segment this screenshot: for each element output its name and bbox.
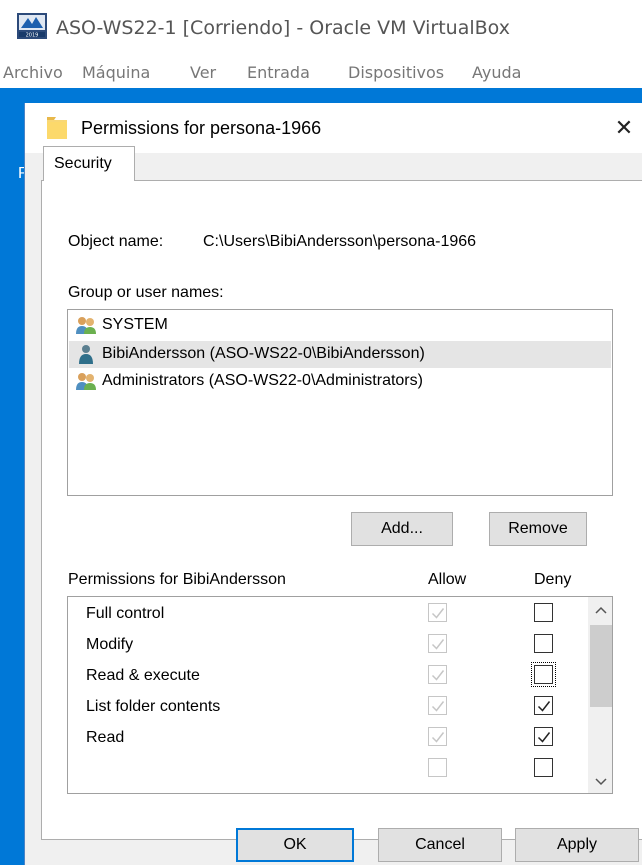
deny-checkbox[interactable] [534,696,553,715]
group-users-icon [76,373,96,390]
menu-ayuda[interactable]: Ayuda [472,63,521,82]
check-icon [431,701,445,712]
object-name-value: C:\Users\BibiAndersson\persona-1966 [203,233,477,250]
user-icon [79,345,93,364]
permission-name: Read & execute [86,667,200,684]
permission-row-partial [68,752,588,783]
allow-checkbox[interactable] [428,696,447,715]
folder-icon [47,117,67,139]
check-icon [431,639,445,650]
deny-column-header: Deny [534,571,572,588]
menu-maquina[interactable]: Máquina [82,63,150,82]
allow-checkbox[interactable] [428,665,447,684]
user-row-administrators[interactable]: Administrators (ASO-WS22-0\Administrator… [69,368,611,395]
deny-checkbox[interactable] [531,662,556,687]
svg-text:2019: 2019 [26,33,39,39]
allow-checkbox[interactable] [428,603,447,622]
ok-button[interactable]: OK [236,828,354,862]
permission-row-read-execute: Read & execute [68,659,588,690]
group-user-names-label: Group or user names: [68,284,224,301]
menu-archivo[interactable]: Archivo [3,63,63,82]
remove-button[interactable]: Remove [489,512,587,546]
deny-checkbox[interactable] [534,758,553,777]
deny-checkbox[interactable] [534,603,553,622]
permission-name: Modify [86,636,134,653]
user-name: SYSTEM [102,316,168,333]
permission-row-full-control: Full control [68,597,588,628]
permission-row-read: Read [68,721,588,752]
menu-dispositivos[interactable]: Dispositivos [348,63,444,82]
allow-column-header: Allow [428,571,467,588]
permission-row-list-folder-contents: List folder contents [68,690,588,721]
permission-name: Read [86,729,125,746]
user-row-bibiandersson[interactable]: BibiAndersson (ASO-WS22-0\BibiAndersson) [69,341,611,368]
user-row-system[interactable]: SYSTEM [69,312,611,339]
check-icon [537,701,551,712]
check-icon [431,732,445,743]
permissions-scrollbar[interactable] [588,597,613,794]
group-user-list[interactable]: SYSTEM BibiAndersson (ASO-WS22-0\BibiAnd… [67,309,613,496]
permission-row-modify: Modify [68,628,588,659]
check-icon [431,670,445,681]
vbox-window-title: ASO-WS22-1 [Corriendo] - Oracle VM Virtu… [56,17,510,39]
deny-checkbox[interactable] [534,634,553,653]
scroll-down-arrow-icon[interactable] [588,767,613,794]
cancel-button[interactable]: Cancel [378,828,502,862]
vbox-menubar: Archivo Máquina Ver Entrada Dispositivos… [0,58,642,88]
deny-checkbox[interactable] [534,727,553,746]
close-button[interactable]: ✕ [609,113,639,143]
allow-checkbox[interactable] [428,727,447,746]
scroll-thumb[interactable] [590,625,612,707]
menu-ver[interactable]: Ver [190,63,216,82]
close-icon: ✕ [614,115,634,140]
allow-checkbox[interactable] [428,634,447,653]
allow-checkbox[interactable] [428,758,447,777]
menu-entrada[interactable]: Entrada [247,63,310,82]
permission-name: Full control [86,605,165,622]
check-icon [431,608,445,619]
tab-security-label: Security [54,155,112,172]
permission-name: List folder contents [86,698,221,715]
permissions-for-label: Permissions for BibiAndersson [68,571,286,588]
user-name: Administrators (ASO-WS22-0\Administrator… [102,372,423,389]
tab-security[interactable]: Security [43,146,135,181]
dialog-title: Permissions for persona-1966 [81,118,322,138]
group-users-icon [76,317,96,334]
permissions-list[interactable]: Full control Modify Read & execute List … [67,596,613,794]
scroll-up-arrow-icon[interactable] [588,597,613,625]
add-button[interactable]: Add... [351,512,453,546]
permissions-dialog: Permissions for persona-1966 ✕ Security … [24,103,642,865]
security-tab-panel: Object name: C:\Users\BibiAndersson\pers… [41,180,642,840]
apply-button[interactable]: Apply [515,828,639,862]
virtualbox-server-icon: 2019 [17,13,47,39]
check-icon [537,732,551,743]
user-name: BibiAndersson (ASO-WS22-0\BibiAndersson) [102,345,425,362]
vbox-titlebar: 2019 ASO-WS22-1 [Corriendo] - Oracle VM … [0,0,642,58]
object-name-label: Object name: [68,233,164,250]
